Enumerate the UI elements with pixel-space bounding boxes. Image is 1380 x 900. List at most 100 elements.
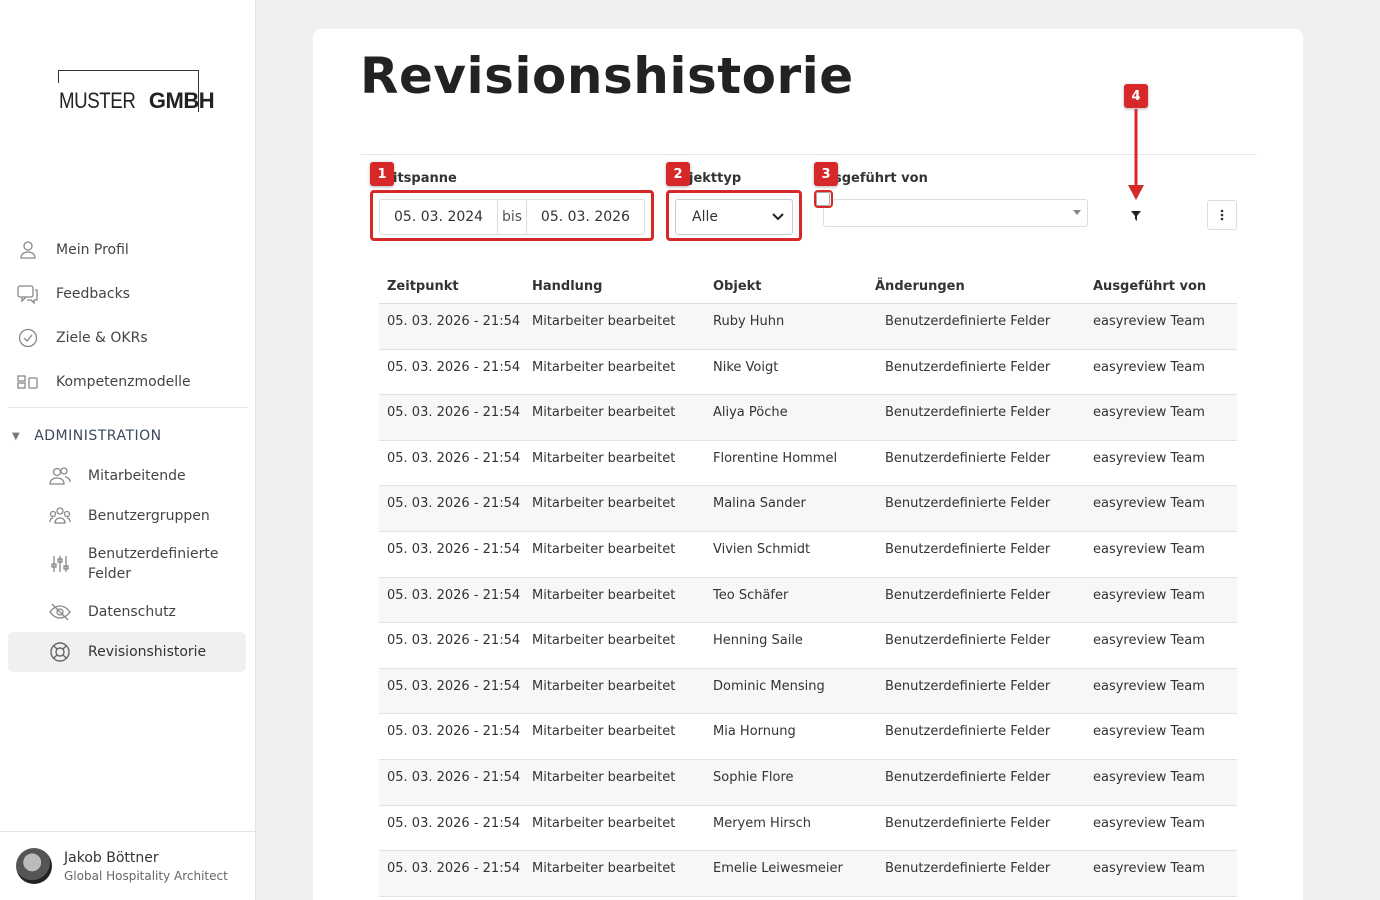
cell-ausgefuehrt-von: easyreview Team [1093,861,1205,877]
annotation-arrow [1128,109,1144,200]
annotation-box-1 [370,190,654,241]
cell-handlung: Mitarbeiter bearbeitet [532,496,676,512]
sidebar-item-label: Mitarbeitende [88,468,186,484]
table-row[interactable]: 05. 03. 2026 - 21:54 Mitarbeiter bearbeit… [379,395,1237,441]
cell-aenderungen: Benutzerdefinierte Felder [885,314,1051,329]
cell-handlung: Mitarbeiter bearbeitet [532,541,676,557]
cell-zeitpunkt: 05. 03. 2026 - 21:54 [387,359,521,375]
cell-zeitpunkt: 05. 03. 2026 - 21:54 [387,861,521,877]
cell-zeitpunkt: 05. 03. 2026 - 21:54 [387,314,521,329]
table-row[interactable]: 05. 03. 2026 - 21:54 Mitarbeiter bearbeit… [379,350,1237,396]
table-row[interactable]: 05. 03. 2026 - 21:54 Mitarbeiter bearbeit… [379,486,1237,532]
cell-aenderungen: Benutzerdefinierte Felder [885,359,1051,375]
cell-handlung: Mitarbeiter bearbeitet [532,678,676,694]
dropdown-arrow-icon [1073,210,1081,215]
table-row[interactable]: 05. 03. 2026 - 21:54 Mitarbeiter bearbeit… [379,851,1237,897]
cell-aenderungen: Benutzerdefinierte Felder [885,541,1051,557]
cell-aenderungen: Benutzerdefinierte Felder [885,769,1051,785]
column-header-ausgefuehrt-von[interactable]: Ausgeführt von [1093,279,1237,294]
cell-zeitpunkt: 05. 03. 2026 - 21:54 [387,541,521,557]
table-row[interactable]: 05. 03. 2026 - 21:54 Mitarbeiter bearbeit… [379,668,1237,715]
more-options-button[interactable] [1207,200,1237,230]
group-icon [48,504,72,528]
cell-objekt: Meryem Hirsch [713,815,811,831]
filter-divider [360,154,1257,155]
column-header-zeitpunkt[interactable]: Zeitpunkt [379,279,532,294]
blocks-icon [16,370,40,394]
cell-ausgefuehrt-von: easyreview Team [1093,633,1205,649]
sidebar-item-datenschutz[interactable]: Datenschutz [48,596,176,628]
sidebar-item-label: Revisionshistorie [88,644,207,660]
table-row[interactable]: 05. 03. 2026 - 21:54 Mitarbeiter bearbeit… [379,714,1237,760]
column-header-handlung[interactable]: Handlung [532,279,713,294]
sidebar-item-label: Ziele & OKRs [56,330,148,346]
cell-zeitpunkt: 05. 03. 2026 - 21:54 [387,678,521,694]
cell-objekt: Aliya Pöche [713,405,788,421]
sidebar-divider [8,407,248,408]
annotation-box-2 [666,190,802,241]
cell-objekt: Florentine Hommel [713,450,838,466]
table-row[interactable]: 05. 03. 2026 - 21:54 Mitarbeiter bearbeit… [379,806,1237,852]
sidebar-item-ziele[interactable]: Ziele & OKRs [16,322,148,354]
table-row[interactable]: 05. 03. 2026 - 21:54 Mitarbeiter bearbeit… [379,577,1237,624]
filter-button[interactable] [1128,207,1144,223]
annotation-badge-3: 3 [814,162,838,186]
cell-objekt: Vivien Schmidt [713,541,811,557]
table-row[interactable]: 05. 03. 2026 - 21:54 Mitarbeiter bearbeit… [379,623,1237,669]
annotation-badge-1: 1 [370,162,394,186]
cell-objekt: Nike Voigt [713,359,779,375]
sidebar-item-mitarbeitende[interactable]: Mitarbeitende [48,460,186,492]
cell-aenderungen: Benutzerdefinierte Felder [885,587,1051,603]
cell-handlung: Mitarbeiter bearbeitet [532,769,676,785]
cell-ausgefuehrt-von: easyreview Team [1093,587,1205,603]
cell-aenderungen: Benutzerdefinierte Felder [885,815,1051,831]
user-icon [16,238,40,262]
sidebar-item-label: Mein Profil [56,242,129,258]
sidebar-item-revisionshistorie[interactable]: Revisionshistorie [48,636,206,668]
table-row[interactable]: 05. 03. 2026 - 21:54 Mitarbeiter bearbeit… [379,759,1237,806]
table-row[interactable]: 05. 03. 2026 - 21:54 Mitarbeiter bearbeit… [379,304,1237,350]
ausgefuehrt-von-combobox[interactable] [823,199,1088,227]
admin-section-toggle[interactable]: ▼ ADMINISTRATION [12,428,162,444]
cell-ausgefuehrt-von: easyreview Team [1093,405,1205,421]
annotation-badge-4: 4 [1124,84,1148,108]
sidebar-item-kompetenzmodelle[interactable]: Kompetenzmodelle [16,366,191,398]
table-header: Zeitpunkt Handlung Objekt Änderungen Aus… [379,269,1237,304]
eye-off-icon [48,600,72,624]
sidebar: MUSTER GMBH Mein Profil Feedbacks Ziele &… [0,0,256,900]
objekttyp-label: jekttyp [689,171,742,186]
cell-objekt: Sophie Flore [713,769,794,785]
annotation-box-3 [814,190,833,208]
cell-objekt: Teo Schäfer [713,587,789,603]
cell-objekt: Ruby Huhn [713,314,785,329]
sidebar-item-label: Benutzergruppen [88,508,210,524]
annotation-badge-2: 2 [666,162,690,186]
cell-handlung: Mitarbeiter bearbeitet [532,815,676,831]
cell-ausgefuehrt-von: easyreview Team [1093,724,1205,740]
table-body: 05. 03. 2026 - 21:54 Mitarbeiter bearbeit… [379,304,1237,897]
sidebar-item-benutzerdefinierte-felder[interactable]: Benutzerdefinierte Felder [48,544,228,586]
sliders-icon [48,552,72,576]
sidebar-item-benutzergruppen[interactable]: Benutzergruppen [48,500,210,532]
user-profile[interactable]: Jakob Böttner Global Hospitality Archite… [0,831,256,900]
sidebar-item-label: Feedbacks [56,286,130,302]
filter-icon [1131,206,1141,225]
cell-ausgefuehrt-von: easyreview Team [1093,496,1205,512]
cell-zeitpunkt: 05. 03. 2026 - 21:54 [387,450,521,466]
logo-text: MUSTER GMBH [59,88,215,113]
cell-aenderungen: Benutzerdefinierte Felder [885,450,1051,466]
column-header-objekt[interactable]: Objekt [713,279,875,294]
cell-objekt: Dominic Mensing [713,678,825,694]
revision-table: Zeitpunkt Handlung Objekt Änderungen Aus… [379,269,1237,897]
company-logo[interactable]: MUSTER GMBH [57,70,215,115]
cell-zeitpunkt: 05. 03. 2026 - 21:54 [387,405,521,421]
cell-zeitpunkt: 05. 03. 2026 - 21:54 [387,815,521,831]
sidebar-item-label: Benutzerdefinierte Felder [88,546,219,582]
cell-handlung: Mitarbeiter bearbeitet [532,861,676,877]
table-row[interactable]: 05. 03. 2026 - 21:54 Mitarbeiter bearbeit… [379,532,1237,578]
sidebar-item-mein-profil[interactable]: Mein Profil [16,234,129,266]
cell-zeitpunkt: 05. 03. 2026 - 21:54 [387,769,521,785]
table-row[interactable]: 05. 03. 2026 - 21:54 Mitarbeiter bearbeit… [379,441,1237,487]
sidebar-item-feedbacks[interactable]: Feedbacks [16,278,130,310]
column-header-aenderungen[interactable]: Änderungen [875,279,1093,294]
